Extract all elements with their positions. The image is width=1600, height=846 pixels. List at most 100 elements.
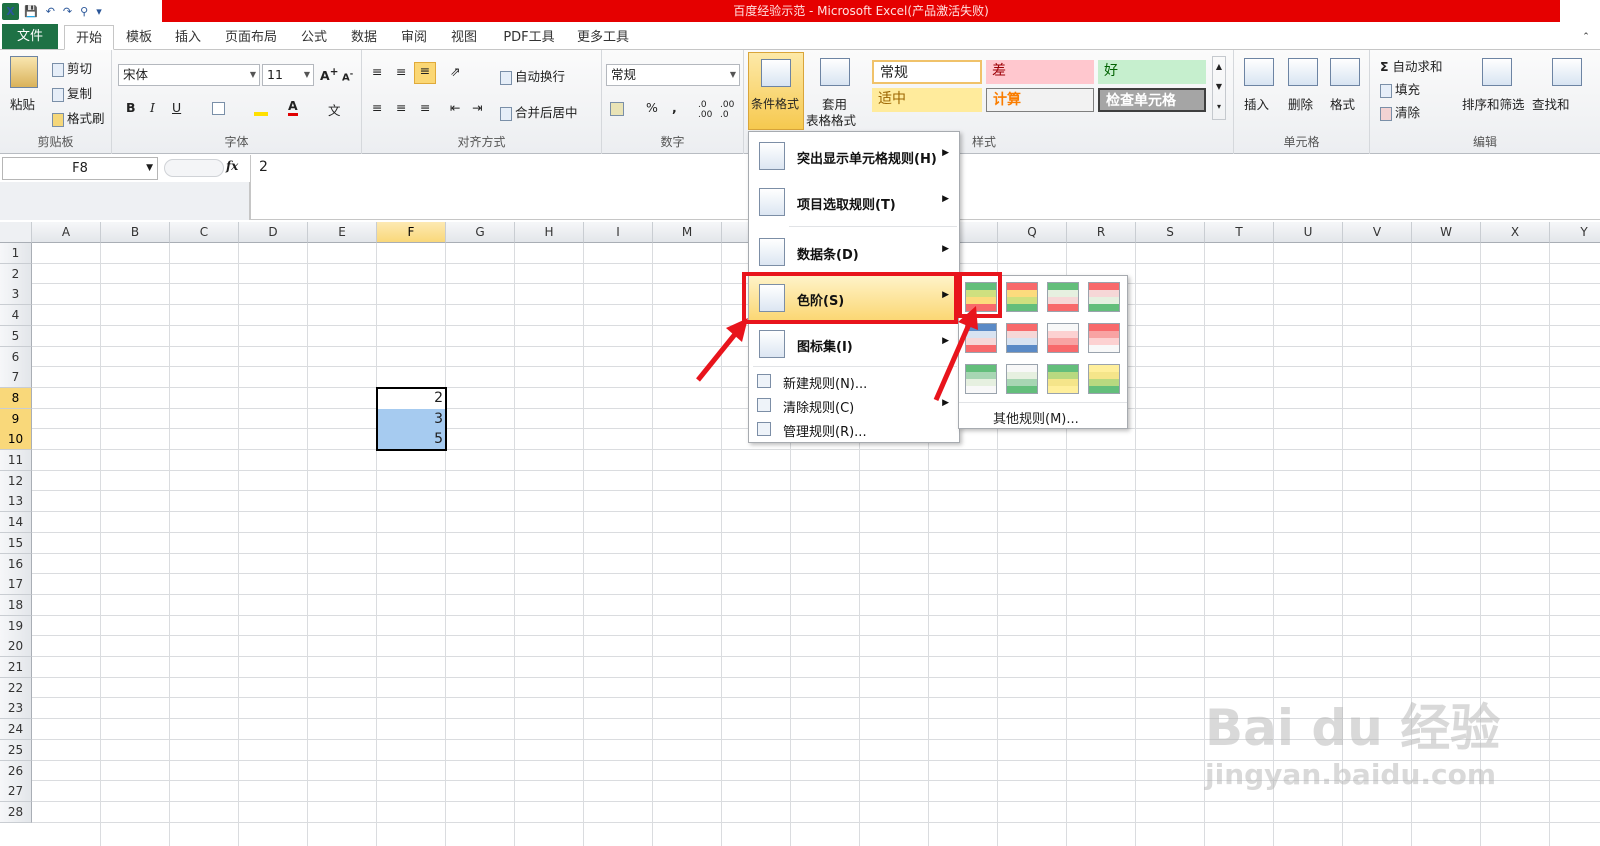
fill-button[interactable]: 填充: [1380, 79, 1420, 98]
number-format-select[interactable]: 常规 ▼: [606, 64, 740, 86]
row-header-26[interactable]: 26: [0, 760, 32, 782]
excel-app-icon[interactable]: X: [2, 2, 19, 20]
row-header-6[interactable]: 6: [0, 346, 32, 368]
row-header-13[interactable]: 13: [0, 491, 32, 513]
increase-decimal-button[interactable]: .0.00: [698, 100, 712, 120]
row-header-14[interactable]: 14: [0, 512, 32, 534]
comma-button[interactable]: ,: [672, 100, 677, 115]
font-size-select[interactable]: 11 ▼: [262, 64, 314, 86]
row-header-9[interactable]: 9: [0, 408, 32, 430]
style-check-cell[interactable]: 检查单元格: [1098, 88, 1206, 112]
column-header-Y[interactable]: Y: [1550, 222, 1600, 243]
row-header-10[interactable]: 10: [0, 429, 32, 451]
align-right-button[interactable]: ≡: [420, 100, 430, 115]
phonetic-button[interactable]: 文: [328, 100, 341, 119]
column-header-B[interactable]: B: [101, 222, 170, 243]
color-scale-option-10[interactable]: [1006, 364, 1038, 394]
redo-icon[interactable]: ↷: [60, 5, 75, 18]
sort-filter-icon[interactable]: [1482, 58, 1512, 86]
column-header-F[interactable]: F: [377, 222, 446, 243]
grow-font-button[interactable]: A+: [320, 66, 338, 83]
fill-color-button[interactable]: [254, 100, 271, 116]
color-scale-option-8[interactable]: [1088, 323, 1120, 353]
borders-button[interactable]: [212, 100, 228, 115]
column-header-T[interactable]: T: [1205, 222, 1274, 243]
align-left-button[interactable]: ≡: [372, 100, 382, 115]
cut-button[interactable]: 剪切: [52, 58, 92, 77]
color-scale-option-4[interactable]: [1088, 282, 1120, 312]
align-middle-button[interactable]: ≡: [396, 64, 406, 79]
color-scale-option-7[interactable]: [1047, 323, 1079, 353]
row-header-3[interactable]: 3: [0, 284, 32, 306]
tab-page-layout[interactable]: 页面布局: [216, 25, 286, 50]
row-header-2[interactable]: 2: [0, 263, 32, 285]
color-scale-option-2[interactable]: [1006, 282, 1038, 312]
row-header-22[interactable]: 22: [0, 677, 32, 699]
column-header-E[interactable]: E: [308, 222, 377, 243]
menu-data-bars[interactable]: 数据条(D) ▶: [749, 230, 959, 274]
column-header-X[interactable]: X: [1481, 222, 1550, 243]
column-header-W[interactable]: W: [1412, 222, 1481, 243]
menu-manage-rules[interactable]: 管理规则(R)...: [749, 417, 959, 441]
tab-view[interactable]: 视图: [442, 25, 486, 50]
tab-template[interactable]: 模板: [118, 25, 160, 50]
style-good[interactable]: 好: [1098, 60, 1206, 84]
column-header-G[interactable]: G: [446, 222, 515, 243]
name-box[interactable]: F8 ▼: [2, 157, 158, 180]
column-header-H[interactable]: H: [515, 222, 584, 243]
row-header-18[interactable]: 18: [0, 594, 32, 616]
column-header-Q[interactable]: Q: [998, 222, 1067, 243]
sort-filter-button[interactable]: 排序和筛选: [1462, 94, 1525, 113]
tab-data[interactable]: 数据: [342, 25, 386, 50]
row-header-8[interactable]: 8: [0, 387, 32, 409]
save-icon[interactable]: 💾: [21, 5, 41, 18]
row-header-11[interactable]: 11: [0, 450, 32, 471]
select-all-corner[interactable]: [0, 222, 32, 243]
cell-F10[interactable]: 5: [377, 429, 446, 451]
color-scale-option-3[interactable]: [1047, 282, 1079, 312]
table-format-icon[interactable]: [820, 58, 850, 86]
accounting-format-button[interactable]: [610, 100, 627, 116]
paste-icon[interactable]: [10, 56, 38, 88]
tab-review[interactable]: 审阅: [392, 25, 436, 50]
tab-home[interactable]: 开始: [64, 25, 114, 50]
column-header-A[interactable]: A: [32, 222, 101, 243]
insert-cells-button[interactable]: 插入: [1244, 94, 1269, 113]
customize-toolbar-icon[interactable]: ▾: [93, 5, 105, 18]
tab-more-tools[interactable]: 更多工具: [570, 25, 636, 50]
other-rules-item[interactable]: 其他规则(M)...: [993, 408, 1079, 427]
fx-icon[interactable]: fx: [226, 159, 238, 173]
row-header-15[interactable]: 15: [0, 532, 32, 554]
font-name-select[interactable]: 宋体 ▼: [118, 64, 260, 86]
row-header-28[interactable]: 28: [0, 801, 32, 823]
color-scale-option-11[interactable]: [1047, 364, 1079, 394]
menu-highlight-cells-rules[interactable]: 突出显示单元格规则(H) ▶: [749, 134, 959, 178]
cell-F8[interactable]: 2: [377, 387, 446, 409]
row-header-24[interactable]: 24: [0, 719, 32, 741]
menu-top-bottom-rules[interactable]: 项目选取规则(T) ▶: [749, 180, 959, 224]
column-header-I[interactable]: I: [584, 222, 653, 243]
clear-button[interactable]: 清除: [1380, 102, 1420, 121]
shrink-font-button[interactable]: A-: [342, 68, 353, 83]
align-center-button[interactable]: ≡: [396, 100, 406, 115]
color-scale-option-12[interactable]: [1088, 364, 1120, 394]
tab-file[interactable]: 文件: [2, 24, 58, 49]
align-top-button[interactable]: ≡: [372, 64, 382, 79]
column-header-S[interactable]: S: [1136, 222, 1205, 243]
undo-icon[interactable]: ↶: [43, 5, 58, 18]
style-calculation[interactable]: 计算: [986, 88, 1094, 112]
column-header-V[interactable]: V: [1343, 222, 1412, 243]
style-normal[interactable]: 常规: [872, 60, 982, 84]
cell-F9[interactable]: 3: [377, 408, 446, 430]
styles-scroll-icon[interactable]: ▲ ▼ ▾: [1212, 56, 1226, 120]
decrease-decimal-button[interactable]: .00.0: [720, 100, 734, 120]
ribbon-collapse-icon[interactable]: ⌃: [1578, 25, 1594, 50]
row-header-12[interactable]: 12: [0, 470, 32, 492]
increase-indent-button[interactable]: ⇥: [472, 100, 482, 115]
delete-cells-icon[interactable]: [1288, 58, 1318, 86]
row-header-25[interactable]: 25: [0, 739, 32, 761]
insert-cells-icon[interactable]: [1244, 58, 1274, 86]
wrap-text-button[interactable]: 自动换行: [500, 66, 565, 85]
row-header-19[interactable]: 19: [0, 615, 32, 637]
font-color-button[interactable]: A: [288, 98, 298, 116]
